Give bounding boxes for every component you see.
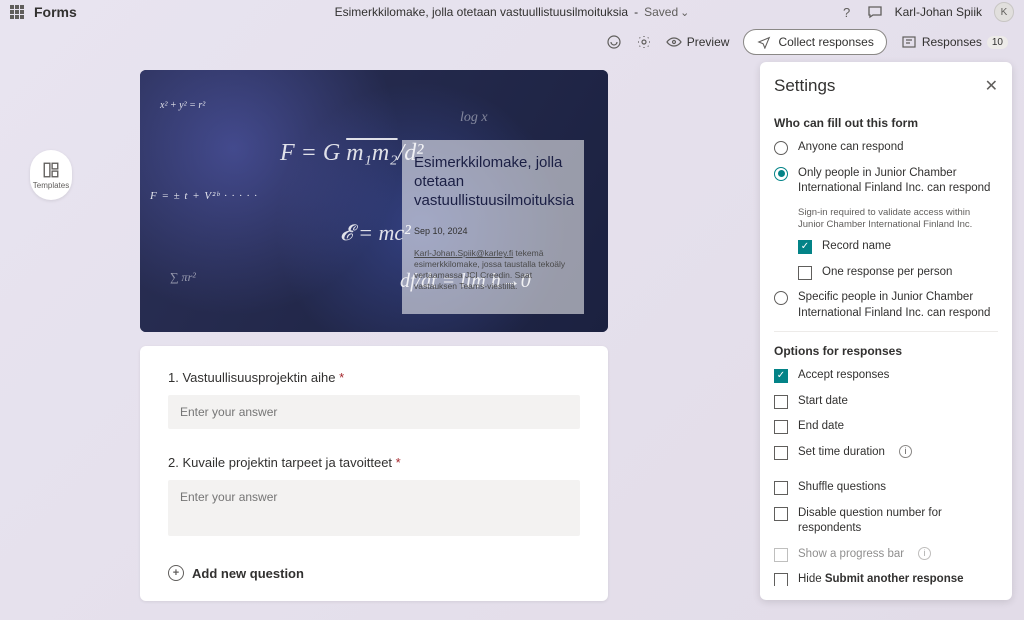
checkbox-icon (798, 240, 812, 254)
checkbox-icon (774, 446, 788, 460)
settings-panel: Settings ✕ Who can fill out this form An… (760, 62, 1012, 600)
radio-label: Only people in Junior Chamber Internatio… (798, 166, 998, 197)
check-accept-responses[interactable]: Accept responses (774, 368, 998, 384)
question-number: 2. (168, 455, 179, 470)
radio-label: Specific people in Junior Chamber Intern… (798, 290, 998, 321)
add-question-button[interactable]: + Add new question (168, 565, 580, 581)
radio-label: Anyone can respond (798, 140, 904, 156)
chat-icon[interactable] (867, 4, 883, 20)
check-disable-qnum[interactable]: Disable question number for respondents (774, 506, 998, 537)
options-title: Options for responses (774, 344, 998, 358)
avatar[interactable]: K (994, 2, 1014, 22)
form-header-image[interactable]: F = G m₁m₂/d² F = ± t + V²ᵇ · · · · · 𝓔 … (140, 70, 608, 332)
app-launcher-icon[interactable] (10, 5, 24, 19)
responses-count-badge: 10 (987, 36, 1008, 49)
info-icon[interactable]: i (918, 547, 931, 560)
answer-input-1[interactable] (168, 395, 580, 429)
check-label: Show a progress bar (798, 547, 904, 563)
form-title[interactable]: Esimerkkilomake, jolla otetaan vastuulli… (414, 154, 572, 210)
info-icon[interactable]: i (899, 445, 912, 458)
checkbox-icon (774, 420, 788, 434)
question-number: 1. (168, 370, 179, 385)
check-label: One response per person (822, 265, 952, 281)
check-shuffle[interactable]: Shuffle questions (774, 480, 998, 496)
checkbox-icon (774, 573, 788, 586)
question-1[interactable]: 1. Vastuullisuusprojektin aihe * (168, 370, 580, 429)
user-name: Karl-Johan Spiik (895, 5, 982, 19)
check-start-date[interactable]: Start date (774, 394, 998, 410)
eye-icon (666, 34, 682, 50)
style-icon[interactable] (606, 34, 622, 50)
radio-anyone[interactable]: Anyone can respond (774, 140, 998, 156)
check-label: End date (798, 419, 844, 435)
app-name: Forms (34, 4, 77, 20)
radio-icon (774, 167, 788, 181)
help-icon[interactable]: ? (839, 4, 855, 20)
close-icon[interactable]: ✕ (985, 76, 998, 96)
checkbox-icon (774, 507, 788, 521)
check-set-time[interactable]: Set time duration i (774, 445, 998, 461)
settings-title: Settings (774, 76, 835, 96)
radio-icon (774, 291, 788, 305)
add-question-label: Add new question (192, 566, 304, 581)
form-body: 1. Vastuullisuusprojektin aihe * 2. Kuva… (140, 346, 608, 601)
checkbox-icon (774, 395, 788, 409)
form-description: Karl-Johan.Spiik@karley.fi tekemä esimer… (414, 248, 572, 292)
check-progress-bar[interactable]: Show a progress bar i (774, 547, 998, 563)
question-label: Kuvaile projektin tarpeet ja tavoitteet (182, 455, 392, 470)
org-signin-note: Sign-in required to validate access with… (798, 207, 998, 232)
check-label: Hide Submit another response (798, 572, 964, 586)
document-title-dash: - (634, 5, 638, 19)
required-mark: * (396, 455, 401, 470)
checkbox-icon (774, 369, 788, 383)
radio-icon (774, 141, 788, 155)
checkbox-icon (774, 481, 788, 495)
question-label: Vastuullisuusprojektin aihe (182, 370, 335, 385)
who-can-fill-title: Who can fill out this form (774, 116, 998, 130)
plus-icon: + (168, 565, 184, 581)
form-date: Sep 10, 2024 (414, 226, 572, 236)
responses-label: Responses (922, 35, 982, 49)
collect-label: Collect responses (778, 35, 873, 49)
responses-button[interactable]: Responses 10 (901, 34, 1008, 50)
radio-org-only[interactable]: Only people in Junior Chamber Internatio… (774, 166, 998, 197)
question-2[interactable]: 2. Kuvaile projektin tarpeet ja tavoitte… (168, 455, 580, 539)
check-label: Disable question number for respondents (798, 506, 998, 537)
check-label: Set time duration (798, 445, 885, 461)
form-title-card: Esimerkkilomake, jolla otetaan vastuulli… (402, 140, 584, 314)
templates-button[interactable]: Templates (30, 150, 72, 200)
check-hide-submit-another[interactable]: Hide Submit another response (774, 572, 998, 586)
checkbox-icon (774, 548, 788, 562)
responses-icon (901, 34, 917, 50)
gear-icon[interactable] (636, 34, 652, 50)
checkbox-icon (798, 266, 812, 280)
required-mark: * (339, 370, 344, 385)
templates-label: Templates (33, 181, 69, 190)
collect-responses-button[interactable]: Collect responses (743, 29, 886, 55)
check-one-per-person[interactable]: One response per person (798, 265, 998, 281)
document-status[interactable]: Saved (644, 5, 689, 19)
document-title[interactable]: Esimerkkilomake, jolla otetaan vastuulli… (335, 5, 628, 19)
answer-input-2[interactable] (168, 480, 580, 536)
preview-button[interactable]: Preview (666, 34, 730, 50)
check-record-name[interactable]: Record name (798, 239, 998, 255)
check-label: Shuffle questions (798, 480, 886, 496)
templates-icon (42, 161, 60, 179)
check-label: Record name (822, 239, 891, 255)
preview-label: Preview (687, 35, 730, 49)
check-label: Start date (798, 394, 848, 410)
radio-specific-people[interactable]: Specific people in Junior Chamber Intern… (774, 290, 998, 321)
check-label: Accept responses (798, 368, 889, 384)
send-icon (756, 34, 772, 50)
check-end-date[interactable]: End date (774, 419, 998, 435)
